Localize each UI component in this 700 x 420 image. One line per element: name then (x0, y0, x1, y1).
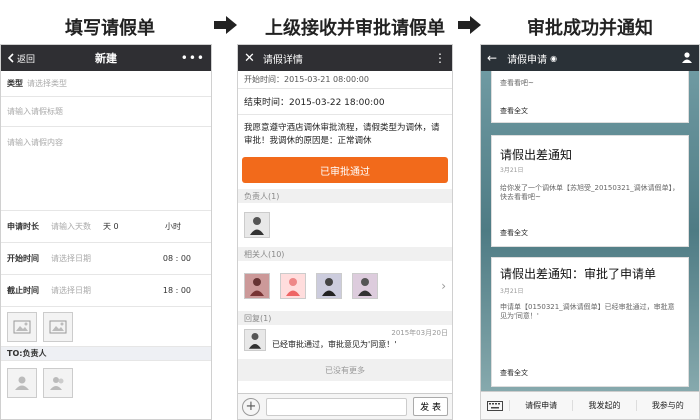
start-label: 开始时间 (7, 254, 39, 263)
avatar[interactable] (352, 273, 378, 299)
related-section-header: 相关人(10) (238, 247, 452, 261)
phone-notification-feed: ← 请假申请 ◉ 查看看吧~ 查看全文 请假出差通知 3月21日 给你发了一个调… (480, 44, 700, 420)
approved-button[interactable]: 已审批通过 (242, 157, 448, 183)
no-more-footer: 已没有更多 (238, 359, 452, 381)
type-select[interactable]: 请选择类型 (27, 78, 67, 89)
reply-text: 已经审批通过，审批意见为'同意！' (272, 340, 397, 349)
title-input[interactable]: 请输入请假标题 (1, 97, 211, 127)
manager-section-header: 负责人(1) (238, 189, 452, 203)
card-date: 3月21日 (500, 288, 524, 296)
content-textarea[interactable]: 请输入请假内容 (1, 127, 211, 211)
back-button[interactable]: 返回 (7, 52, 35, 65)
chevron-right-icon[interactable]: › (441, 279, 446, 293)
keyboard-icon[interactable] (481, 396, 509, 415)
notification-card[interactable]: 查看看吧~ 查看全文 (491, 71, 689, 123)
end-time-text: 结束时间：2015-03-22 18:00:00 (238, 89, 452, 115)
close-icon[interactable]: ✕ (244, 51, 255, 66)
related-avatars: › (238, 261, 452, 311)
send-button[interactable]: 发 表 (413, 397, 448, 416)
duration-label: 申请时长 (7, 222, 39, 231)
start-time-value[interactable]: 08 : 00 (163, 254, 191, 263)
end-label: 截止时间 (7, 286, 39, 295)
tab-leave-request[interactable]: 请假申请 (509, 400, 572, 411)
phone-leave-detail: ✕ 请假详情 ⋮ 开始时间：2015-03-21 08:00:00 结束时间：2… (237, 44, 453, 420)
stage-title-approve: 上级接收并审批请假单 (265, 18, 445, 39)
tab-participated[interactable]: 我参与的 (635, 400, 699, 411)
sound-icon: ◉ (550, 53, 558, 63)
manager-avatars (238, 203, 452, 247)
avatar[interactable] (244, 273, 270, 299)
card-date: 3月21日 (500, 167, 524, 174)
to-label: TO:负责人 (7, 349, 47, 358)
start-time-value: 开始时间：2015-03-21 08:00:00 (244, 75, 369, 84)
to-manager-header: TO:负责人 (1, 347, 211, 361)
card-title: 请假出差通知：审批了申请单 (500, 267, 657, 281)
notification-card[interactable]: 请假出差通知 3月21日 给你发了一个调休单【苏旭受_20150321_调休请假… (491, 135, 689, 247)
stage-title-notify: 审批成功并通知 (527, 18, 653, 39)
avatar (244, 329, 266, 351)
notification-card[interactable]: 请假出差通知：审批了申请单 3月21日 申请单【0150321_调休请假单】已经… (491, 257, 689, 387)
tab-initiated[interactable]: 我发起的 (572, 400, 635, 411)
duration-input[interactable]: 请输入天数 (51, 221, 103, 232)
add-image-icon[interactable] (43, 311, 73, 342)
add-person-icon[interactable] (7, 368, 37, 398)
avatar[interactable] (280, 273, 306, 299)
back-label: 返回 (17, 54, 36, 65)
duration-row: 申请时长 请输入天数 天 0 小时 (1, 211, 211, 243)
start-date-picker[interactable]: 请选择日期 (51, 253, 91, 264)
attachment-row (1, 307, 211, 347)
read-more-link[interactable]: 查看全文 (500, 228, 528, 238)
type-label: 类型 (7, 79, 23, 88)
reply-date: 2015年03月20日 (391, 329, 448, 337)
page-title: 请假申请 (507, 54, 548, 66)
page-title: 请假详情 (262, 54, 303, 66)
stage-title-fill: 填写请假单 (65, 18, 155, 39)
card-body: 给你发了一个调休单【苏旭受_20150321_调休请假单】，快去看看吧~ (500, 184, 680, 202)
chevron-left-icon (7, 53, 14, 63)
top-nav-bar: ← 请假申请 ◉ (481, 45, 699, 71)
start-time-row[interactable]: 开始时间 请选择日期 08 : 00 (1, 243, 211, 275)
more-vertical-icon[interactable]: ⋮ (434, 51, 446, 65)
bottom-tab-bar: 请假申请 我发起的 我参与的 (481, 391, 699, 419)
hours-label[interactable]: 小时 (165, 221, 181, 232)
reply-input-bar: + 发 表 (238, 393, 452, 419)
card-title: 请假出差通知 (500, 148, 573, 162)
card-body: 查看看吧~ (500, 79, 534, 87)
avatar[interactable] (244, 212, 270, 238)
person-icon[interactable] (681, 51, 693, 66)
back-arrow-icon[interactable]: ← (487, 51, 497, 65)
reply-item: 已经审批通过，审批意见为'同意！' 2015年03月20日 (238, 325, 452, 359)
phone-new-leave-form: 返回 新建 ••• 类型 请选择类型 请输入请假标题 请输入请假内容 申请时长 … (0, 44, 212, 420)
end-time-row[interactable]: 截止时间 请选择日期 18 : 00 (1, 275, 211, 307)
start-time-text: 开始时间：2015-03-21 08:00:00 (238, 71, 452, 89)
end-date-picker[interactable]: 请选择日期 (51, 285, 91, 296)
avatar[interactable] (316, 273, 342, 299)
read-more-link[interactable]: 查看全文 (500, 106, 528, 116)
more-dots-icon[interactable]: ••• (181, 51, 205, 65)
end-time-value: 结束时间：2015-03-22 18:00:00 (244, 98, 385, 108)
top-nav-bar: ✕ 请假详情 ⋮ (238, 45, 452, 71)
plus-icon[interactable]: + (242, 397, 260, 416)
add-image-icon[interactable] (7, 311, 37, 342)
reply-input[interactable] (266, 397, 408, 416)
end-time-value[interactable]: 18 : 00 (163, 286, 191, 295)
content-placeholder: 请输入请假内容 (7, 138, 63, 147)
reply-section-header: 回复(1) (238, 311, 452, 325)
read-more-link[interactable]: 查看全文 (500, 368, 528, 378)
leave-reason-text: 我愿意遵守酒店调休审批流程，请假类型为调休，请审批！我调休的原因是：正常调休 (244, 123, 440, 146)
add-person-icon[interactable] (43, 368, 73, 398)
days-value: 天 0 (103, 222, 119, 231)
manager-picker-row (1, 361, 211, 405)
leave-reason: 我愿意遵守酒店调休审批流程，请假类型为调休，请审批！我调休的原因是：正常调休 (238, 115, 452, 155)
type-select-row[interactable]: 类型 请选择类型 (1, 71, 211, 97)
title-placeholder: 请输入请假标题 (7, 107, 63, 116)
top-nav-bar: 返回 新建 ••• (1, 45, 211, 71)
card-body: 申请单【0150321_调休请假单】已经审批通过，审批意见为'同意！' (500, 303, 675, 321)
